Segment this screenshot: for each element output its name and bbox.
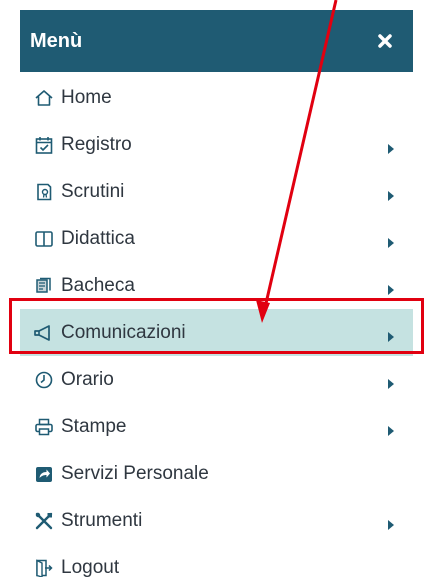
sidebar-item-label: Comunicazioni <box>61 321 186 343</box>
sidebar-item-label: Stampe <box>61 415 127 437</box>
chevron-right-icon <box>387 280 395 295</box>
tools-icon <box>32 509 56 533</box>
chevron-right-icon <box>387 233 395 248</box>
sidebar-item-label: Home <box>61 86 112 108</box>
sidebar-item-home[interactable]: Home <box>20 74 413 121</box>
sidebar-item-label: Servizi Personale <box>61 462 209 484</box>
sidebar-item-servizi-personale[interactable]: Servizi Personale <box>20 450 413 497</box>
sidebar-item-label: Registro <box>61 133 132 155</box>
book-icon <box>32 227 56 251</box>
sidebar-item-stampe[interactable]: Stampe <box>20 403 413 450</box>
sidebar-item-label: Bacheca <box>61 274 135 296</box>
sidebar-item-label: Strumenti <box>61 509 143 531</box>
sidebar-item-strumenti[interactable]: Strumenti <box>20 497 413 544</box>
sidebar-item-label: Orario <box>61 368 114 390</box>
sidebar-item-label: Didattica <box>61 227 135 249</box>
sidebar-item-label: Scrutini <box>61 180 125 202</box>
calendar-check-icon <box>32 133 56 157</box>
home-icon <box>32 86 56 110</box>
printer-icon <box>32 415 56 439</box>
menu-header: Menù <box>20 10 413 72</box>
sidebar-item-label: Logout <box>61 556 120 577</box>
menu-list: Home Registro Scrutini Didattica Bacheca… <box>20 74 413 577</box>
chevron-right-icon <box>387 186 395 201</box>
share-icon <box>32 462 56 486</box>
sidebar-item-orario[interactable]: Orario <box>20 356 413 403</box>
sidebar-item-registro[interactable]: Registro <box>20 121 413 168</box>
chevron-right-icon <box>387 374 395 389</box>
chevron-right-icon <box>387 327 395 342</box>
chevron-right-icon <box>387 515 395 530</box>
menu-title: Menù <box>30 29 83 52</box>
bulletin-board-icon <box>32 274 56 298</box>
chevron-right-icon <box>387 421 395 436</box>
sidebar-item-didattica[interactable]: Didattica <box>20 215 413 262</box>
megaphone-icon <box>32 321 56 345</box>
sidebar-item-logout[interactable]: Logout <box>20 544 413 577</box>
document-icon <box>32 180 56 204</box>
clock-icon <box>32 368 56 392</box>
sidebar-item-comunicazioni[interactable]: Comunicazioni <box>20 309 413 356</box>
close-icon[interactable] <box>377 33 393 49</box>
sidebar-item-scrutini[interactable]: Scrutini <box>20 168 413 215</box>
sidebar-item-bacheca[interactable]: Bacheca <box>20 262 413 309</box>
chevron-right-icon <box>387 139 395 154</box>
sidebar-menu: Menù Home Registro Scrutini Didattica Ba… <box>20 0 413 577</box>
logout-icon <box>32 556 56 577</box>
